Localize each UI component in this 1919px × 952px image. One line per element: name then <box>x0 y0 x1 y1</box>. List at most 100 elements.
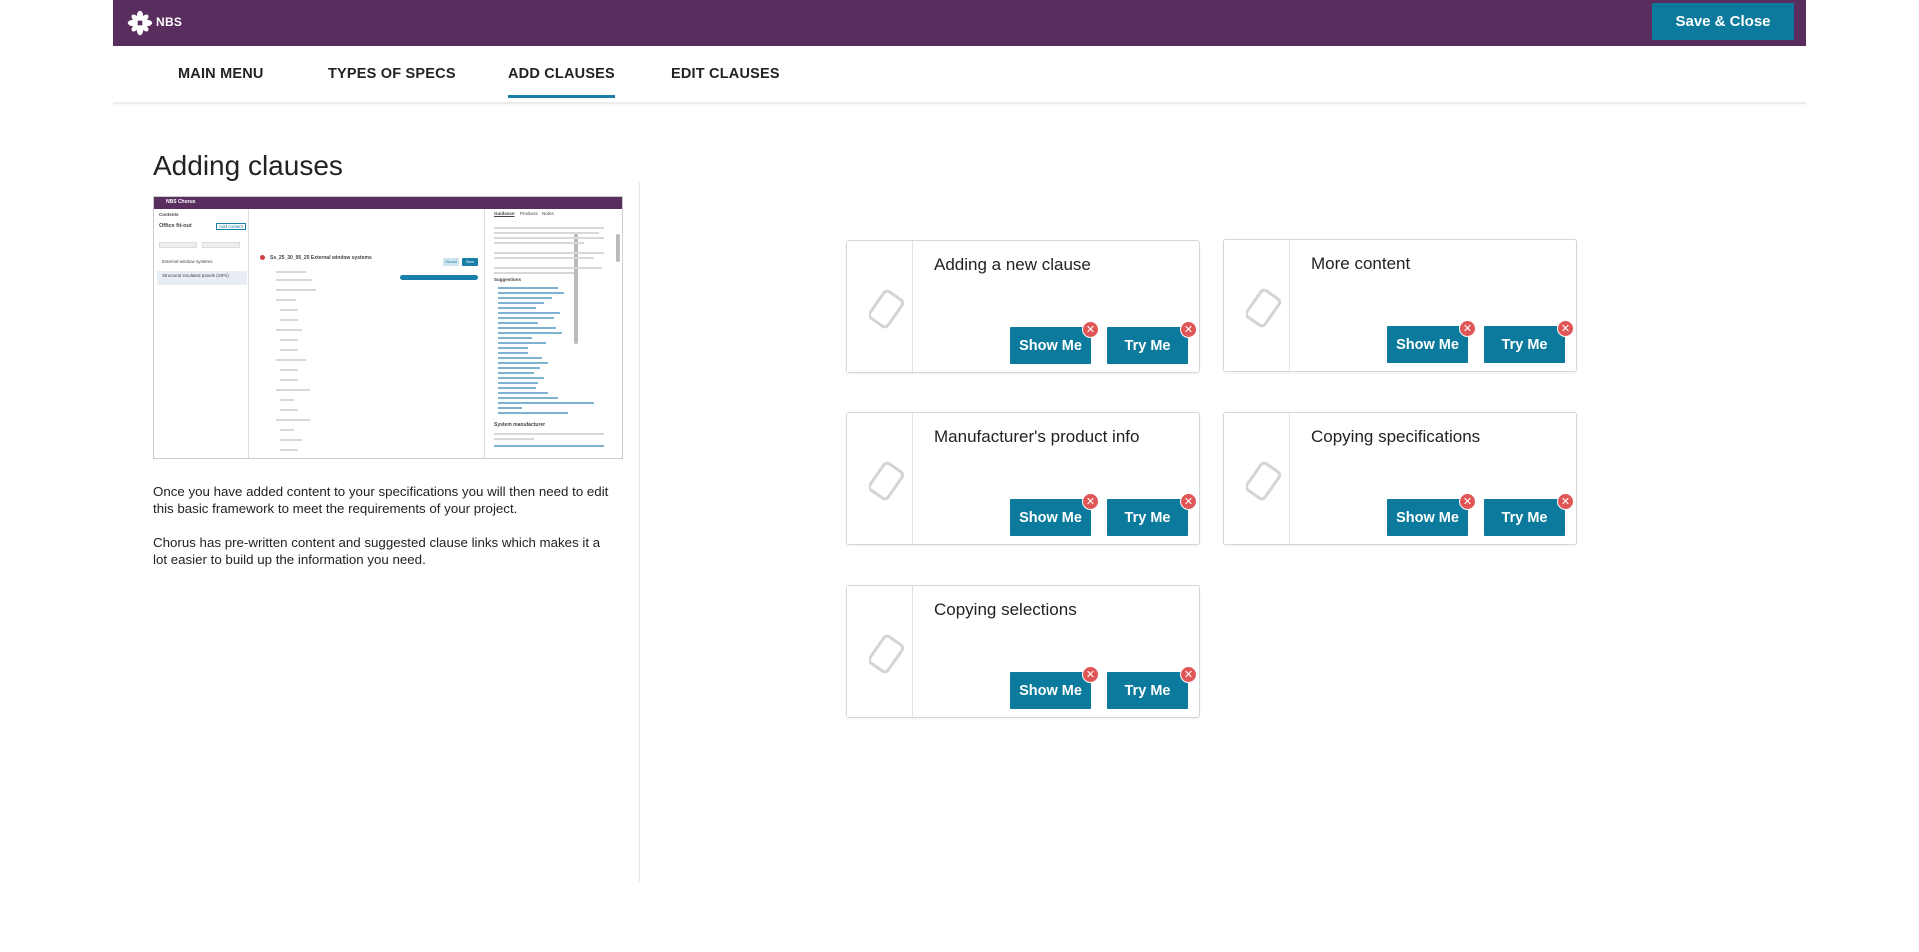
nbs-logo-icon <box>127 10 153 36</box>
close-icon[interactable]: ✕ <box>1180 666 1197 683</box>
try-me-button[interactable]: Try Me <box>1107 672 1188 709</box>
tab-bar: MAIN MENU TYPES OF SPECS ADD CLAUSES EDI… <box>113 46 1806 104</box>
screenshot-link-line <box>498 337 532 339</box>
show-me-button[interactable]: Show Me <box>1010 327 1091 364</box>
screenshot-left-item: External window systems <box>162 259 213 264</box>
column-divider <box>639 182 640 882</box>
tab-types-of-specs[interactable]: TYPES OF SPECS <box>328 66 456 82</box>
screenshot-save: Save <box>462 258 478 266</box>
close-icon[interactable]: ✕ <box>1459 493 1476 510</box>
show-me-button[interactable]: Show Me <box>1010 499 1091 536</box>
screenshot-line <box>276 359 306 361</box>
screenshot-left-item: Structural insulated panels (SIPs) <box>162 273 229 278</box>
screenshot-text-line <box>494 272 574 274</box>
card-title: More content <box>1311 254 1411 273</box>
screenshot-line <box>280 309 298 311</box>
screenshot-scrollbar <box>616 234 620 262</box>
eraser-placeholder-icon <box>869 634 905 674</box>
screenshot-contents-panel: Contents Office fit-out Add content Exte… <box>154 209 249 458</box>
card-adding-a-new-clause: Adding a new clause Show Me ✕ Try Me ✕ <box>846 240 1200 373</box>
screenshot-link-line <box>498 362 548 364</box>
top-bar: NBS Save & Close <box>113 0 1806 46</box>
card-title: Adding a new clause <box>934 255 1091 274</box>
screenshot-line <box>280 349 298 351</box>
screenshot-link-line <box>498 357 542 359</box>
screenshot-link-line <box>498 377 544 379</box>
card-manufacturers-product-info: Manufacturer's product info Show Me ✕ Tr… <box>846 412 1200 545</box>
screenshot-link-line <box>498 387 536 389</box>
screenshot-link-line <box>498 307 536 309</box>
card-title: Copying selections <box>934 600 1077 619</box>
screenshot-link-line <box>498 367 540 369</box>
close-icon[interactable]: ✕ <box>1180 493 1197 510</box>
screenshot-text-line <box>494 227 604 229</box>
screenshot-status-dot <box>260 255 265 260</box>
screenshot-link-line <box>498 327 556 329</box>
screenshot-clause-title: Ss_25_30_95_25 External window systems <box>270 255 372 261</box>
close-icon[interactable]: ✕ <box>1082 321 1099 338</box>
card-thumbnail <box>847 586 913 717</box>
tab-add-clauses[interactable]: ADD CLAUSES <box>508 66 615 98</box>
screenshot-guidance-tab: Guidance <box>494 211 515 216</box>
screenshot-line <box>276 289 316 291</box>
screenshot-link-line <box>498 347 528 349</box>
tab-main-menu[interactable]: MAIN MENU <box>178 66 264 82</box>
card-title: Copying specifications <box>1311 427 1481 446</box>
tab-edit-clauses[interactable]: EDIT CLAUSES <box>671 66 780 82</box>
try-me-button[interactable]: Try Me <box>1107 327 1188 364</box>
card-title: Manufacturer's product info <box>934 427 1140 446</box>
screenshot-link-line <box>494 445 604 447</box>
screenshot-text-line <box>494 237 604 239</box>
save-and-close-button[interactable]: Save & Close <box>1652 3 1794 40</box>
close-icon[interactable]: ✕ <box>1557 493 1574 510</box>
card-more-content: More content Show Me ✕ Try Me ✕ <box>1223 239 1577 372</box>
show-me-button[interactable]: Show Me <box>1010 672 1091 709</box>
screenshot-products-tab: Products <box>520 211 538 216</box>
screenshot-link-line <box>498 287 558 289</box>
screenshot-search <box>159 242 197 248</box>
screenshot-link-line <box>498 332 562 334</box>
screenshot-line <box>280 409 298 411</box>
screenshot-text-line <box>494 232 599 234</box>
screenshot-link-line <box>498 312 560 314</box>
close-icon[interactable]: ✕ <box>1180 321 1197 338</box>
screenshot-link-line <box>498 402 594 404</box>
eraser-placeholder-icon <box>1246 461 1282 501</box>
screenshot-link-line <box>498 322 538 324</box>
close-icon[interactable]: ✕ <box>1557 320 1574 337</box>
screenshot-suggestion-pill <box>400 275 478 280</box>
screenshot-add-content: Add content <box>216 223 247 230</box>
page-title: Adding clauses <box>153 150 343 181</box>
show-me-button[interactable]: Show Me <box>1387 326 1468 363</box>
screenshot-text-line <box>494 257 594 259</box>
screenshot-line <box>280 399 294 401</box>
screenshot-text-line <box>494 252 604 254</box>
screenshot-link-line <box>498 352 528 354</box>
close-icon[interactable]: ✕ <box>1082 493 1099 510</box>
try-me-button[interactable]: Try Me <box>1484 499 1565 536</box>
screenshot-link-line <box>498 397 558 399</box>
screenshot-sort <box>202 242 240 248</box>
screenshot-link-line <box>498 317 554 319</box>
card-thumbnail <box>1224 240 1290 371</box>
screenshot-link-line <box>498 372 534 374</box>
card-thumbnail <box>1224 413 1290 544</box>
screenshot-text-line <box>494 433 604 435</box>
example-screenshot: NBS Chorus Contents Office fit-out Add c… <box>153 196 623 459</box>
screenshot-link-line <box>498 382 538 384</box>
show-me-button[interactable]: Show Me <box>1387 499 1468 536</box>
screenshot-guidance-panel: Guidance Products Notes Suggestions Syst… <box>490 209 622 458</box>
card-thumbnail <box>847 413 913 544</box>
eraser-placeholder-icon <box>869 289 905 329</box>
chorus-paragraph: Chorus has pre-written content and sugge… <box>153 535 601 567</box>
screenshot-project-label: Office fit-out <box>159 223 192 229</box>
screenshot-line <box>280 319 298 321</box>
screenshot-link-line <box>498 412 568 414</box>
card-copying-selections: Copying selections Show Me ✕ Try Me ✕ <box>846 585 1200 718</box>
try-me-button[interactable]: Try Me <box>1484 326 1565 363</box>
screenshot-line <box>280 339 298 341</box>
try-me-button[interactable]: Try Me <box>1107 499 1188 536</box>
close-icon[interactable]: ✕ <box>1082 666 1099 683</box>
screenshot-text-line <box>494 438 534 440</box>
close-icon[interactable]: ✕ <box>1459 320 1476 337</box>
